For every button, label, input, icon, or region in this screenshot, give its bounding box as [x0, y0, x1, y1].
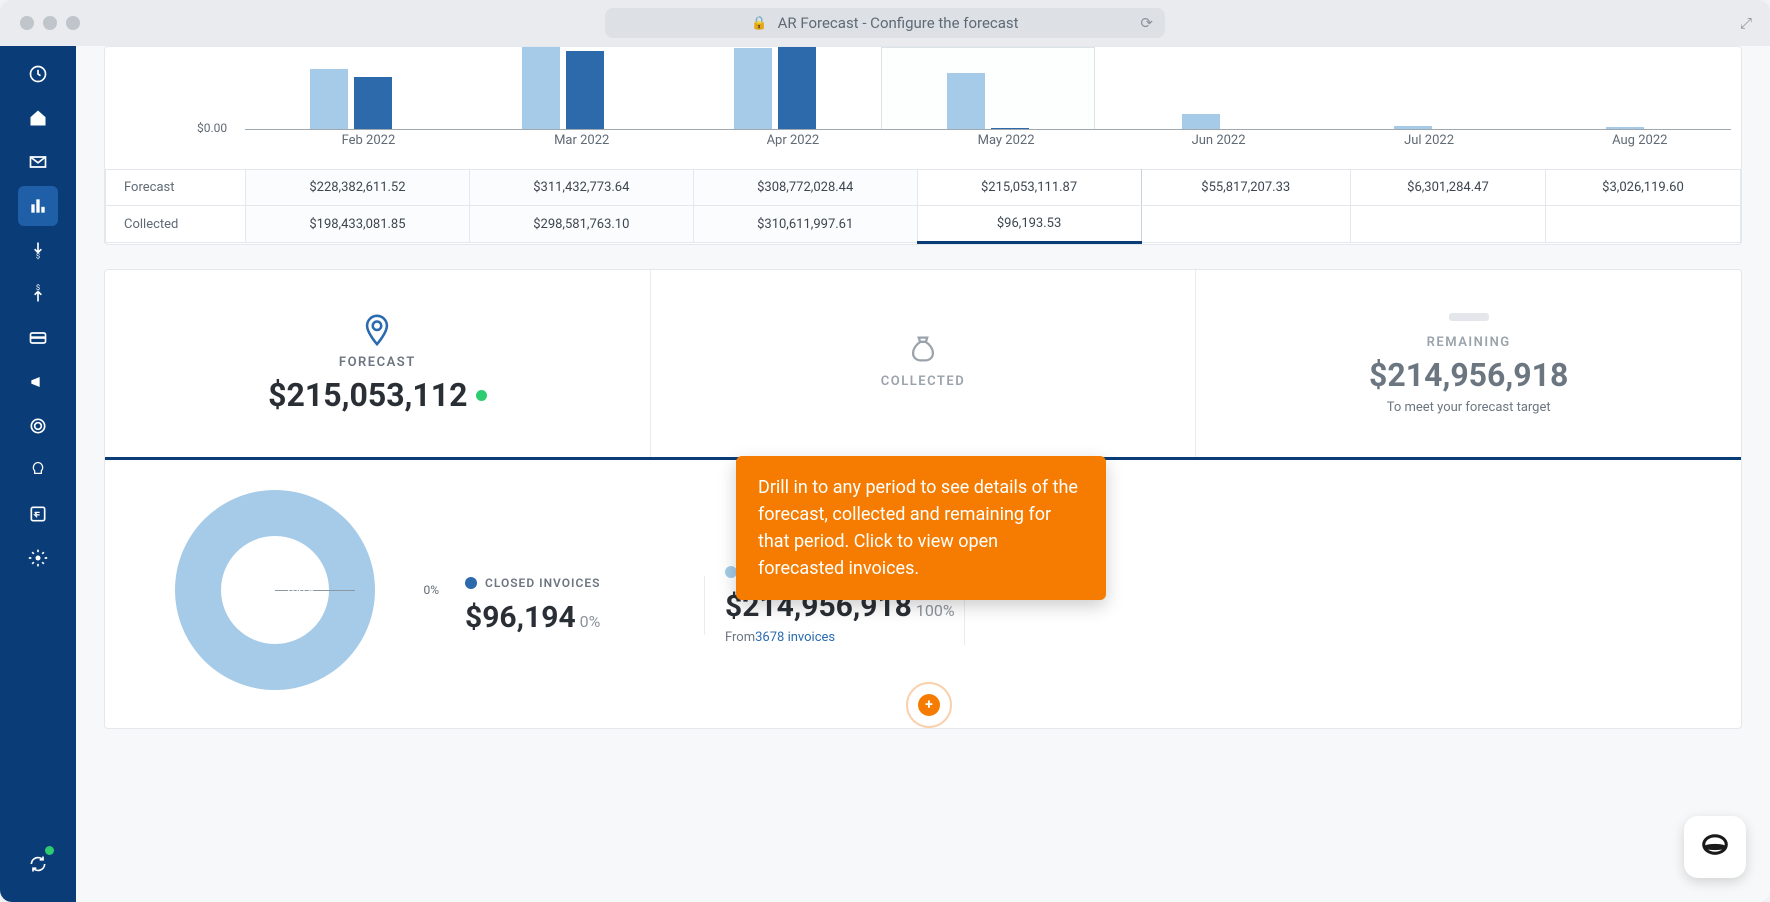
cell[interactable]: [1141, 206, 1350, 243]
row-label: Collected: [106, 206, 246, 243]
cell-selected[interactable]: $96,193.53: [917, 206, 1141, 243]
sidebar-item-money-out[interactable]: $: [18, 274, 58, 314]
y-axis-label: $0.00: [197, 121, 227, 135]
cell[interactable]: $6,301,284.47: [1350, 170, 1545, 206]
sidebar-item-clock[interactable]: [18, 54, 58, 94]
closed-invoices-card[interactable]: CLOSED INVOICES $96,1940%: [445, 576, 705, 635]
status-dot-icon: [476, 390, 487, 401]
kpi-label: REMAINING: [1427, 335, 1511, 350]
cell[interactable]: $228,382,611.52: [246, 170, 470, 206]
kpi-label: FORECAST: [339, 355, 416, 370]
kpi-forecast[interactable]: FORECAST $215,053,112: [105, 270, 651, 457]
expand-icon[interactable]: ⤢: [1740, 14, 1752, 32]
tour-hotspot[interactable]: +: [906, 682, 952, 728]
svg-text:$: $: [36, 284, 40, 292]
sidebar-item-inbox[interactable]: [18, 142, 58, 182]
kpi-label: COLLECTED: [881, 374, 965, 389]
chat-icon: [1700, 832, 1730, 862]
closed-pct: 0%: [580, 612, 601, 631]
cell[interactable]: $311,432,773.64: [469, 170, 693, 206]
kpi-collected[interactable]: COLLECTED: [651, 270, 1197, 457]
chart-col-apr: [669, 47, 881, 129]
table-row-forecast[interactable]: Forecast $228,382,611.52 $311,432,773.64…: [106, 170, 1741, 206]
sidebar: $ $: [0, 46, 76, 902]
x-label: Apr 2022: [767, 133, 820, 148]
cell[interactable]: $55,817,207.33: [1141, 170, 1350, 206]
chart-col-may: [881, 47, 1095, 129]
window-titlebar: 🔒 AR Forecast - Configure the forecast ⟳…: [0, 0, 1770, 46]
sidebar-item-announce[interactable]: [18, 362, 58, 402]
open-from-text: From3678 invoices: [725, 630, 944, 645]
window-controls: [20, 16, 80, 30]
sidebar-item-money-in[interactable]: $: [18, 230, 58, 270]
plus-icon: +: [918, 694, 940, 716]
address-bar[interactable]: 🔒 AR Forecast - Configure the forecast ⟳: [605, 8, 1165, 38]
sidebar-item-exchange[interactable]: [18, 494, 58, 534]
sidebar-item-idea[interactable]: [18, 450, 58, 490]
money-bag-icon: [906, 332, 940, 366]
kpi-value: $214,956,918: [1369, 356, 1568, 394]
table-row-collected[interactable]: Collected $198,433,081.85 $298,581,763.1…: [106, 206, 1741, 243]
cell[interactable]: $215,053,111.87: [917, 170, 1141, 206]
sidebar-item-target[interactable]: [18, 406, 58, 446]
donut-label-0: 0%: [423, 583, 439, 597]
invoices-link[interactable]: 3678 invoices: [755, 630, 835, 645]
row-label: Forecast: [106, 170, 246, 206]
cell[interactable]: $198,433,081.85: [246, 206, 470, 243]
status-badge-online: [45, 846, 54, 855]
donut-label-100: 100%: [285, 583, 314, 597]
x-label: Aug 2022: [1612, 133, 1667, 148]
chart-col-feb: [245, 47, 457, 129]
cell[interactable]: $3,026,119.60: [1545, 170, 1740, 206]
chart-col-jul: [1307, 47, 1519, 129]
chart-col-mar: [457, 47, 669, 129]
closed-label: CLOSED INVOICES: [485, 576, 600, 590]
chart-col-aug: [1519, 47, 1731, 129]
lock-icon: 🔒: [751, 16, 767, 31]
sidebar-item-card[interactable]: [18, 318, 58, 358]
x-label: Feb 2022: [342, 133, 396, 148]
bar-chart[interactable]: $0.00 Feb 2022 Mar 2022 Apr 2022 May 202…: [245, 47, 1731, 147]
legend-dot-icon: [465, 577, 477, 589]
x-label: Jun 2022: [1192, 133, 1246, 148]
kpi-remaining[interactable]: REMAINING $214,956,918 To meet your fore…: [1196, 270, 1741, 457]
main-content: $0.00 Feb 2022 Mar 2022 Apr 2022 May 202…: [76, 46, 1770, 902]
x-label: Mar 2022: [554, 133, 609, 148]
chart-col-jun: [1095, 47, 1307, 129]
cell[interactable]: $310,611,997.61: [693, 206, 917, 243]
forecast-chart-card: $0.00 Feb 2022 Mar 2022 Apr 2022 May 202…: [104, 46, 1742, 245]
cell[interactable]: [1350, 206, 1545, 243]
closed-amount: $96,194: [465, 600, 576, 635]
donut-chart[interactable]: 100% 0%: [105, 460, 445, 720]
pin-dollar-icon: [360, 313, 394, 347]
kpi-value: $215,053,112: [268, 376, 467, 414]
sidebar-item-analytics[interactable]: [18, 186, 58, 226]
sidebar-item-home[interactable]: [18, 98, 58, 138]
cell[interactable]: $308,772,028.44: [693, 170, 917, 206]
kpi-subtext: To meet your forecast target: [1387, 400, 1551, 415]
forecast-data-table: Forecast $228,382,611.52 $311,432,773.64…: [105, 169, 1741, 244]
tooltip-text: Drill in to any period to see details of…: [758, 477, 1078, 579]
x-label: Jul 2022: [1404, 133, 1454, 148]
maximize-window-icon[interactable]: [66, 16, 80, 30]
page-title: AR Forecast - Configure the forecast: [778, 14, 1019, 32]
tour-tooltip: Drill in to any period to see details of…: [736, 456, 1106, 600]
cell[interactable]: [1545, 206, 1740, 243]
minimize-window-icon[interactable]: [43, 16, 57, 30]
cell[interactable]: $298,581,763.10: [469, 206, 693, 243]
x-label: May 2022: [978, 133, 1035, 148]
open-pct: 100%: [916, 601, 955, 620]
sidebar-item-sync[interactable]: [18, 844, 58, 884]
reload-icon[interactable]: ⟳: [1140, 14, 1153, 32]
sidebar-item-settings[interactable]: [18, 538, 58, 578]
close-window-icon[interactable]: [20, 16, 34, 30]
svg-text:$: $: [36, 251, 40, 260]
progress-icon: [1449, 313, 1489, 321]
help-launcher[interactable]: [1684, 816, 1746, 878]
